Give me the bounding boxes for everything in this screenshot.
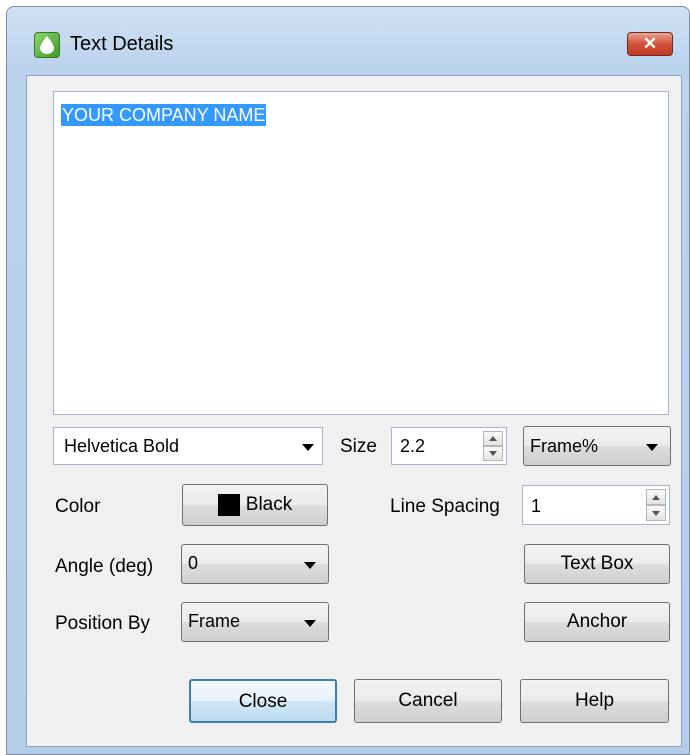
color-label: Color: [55, 496, 101, 517]
font-select[interactable]: Helvetica Bold: [53, 427, 323, 465]
position-label: Position By: [55, 613, 151, 634]
spin-down-icon[interactable]: [646, 505, 666, 521]
spin-up-icon[interactable]: [646, 489, 666, 505]
text-box-button[interactable]: Text Box: [524, 544, 670, 584]
position-select[interactable]: Frame: [181, 602, 329, 642]
dropdown-arrow-icon: [302, 444, 314, 451]
angle-value: 0: [188, 553, 199, 573]
position-value: Frame: [188, 611, 241, 631]
close-icon[interactable]: ✕: [627, 32, 673, 56]
line-spacing-label: Line Spacing: [390, 496, 500, 517]
spin-up-icon[interactable]: [483, 431, 503, 446]
spin-down-icon[interactable]: [483, 446, 503, 461]
line-spacing-value: 1: [531, 496, 542, 516]
size-label: Size: [340, 436, 377, 457]
dropdown-arrow-icon: [304, 562, 316, 569]
dropdown-arrow-icon: [646, 444, 658, 451]
help-button[interactable]: Help: [520, 679, 669, 723]
size-value: 2.2: [400, 436, 426, 456]
angle-label: Angle (deg): [55, 556, 154, 577]
angle-select[interactable]: 0: [181, 544, 329, 584]
title-bar[interactable]: Text Details ✕: [7, 7, 689, 75]
text-details-dialog: Text Details ✕ YOUR COMPANY NAME Helveti…: [6, 6, 690, 755]
color-swatch-icon: [217, 493, 240, 516]
app-icon: [34, 32, 60, 58]
size-stepper[interactable]: 2.2: [391, 427, 507, 465]
selected-text: YOUR COMPANY NAME: [61, 104, 267, 126]
size-unit-value: Frame%: [530, 436, 599, 456]
color-button[interactable]: Black: [182, 484, 328, 526]
text-editor[interactable]: YOUR COMPANY NAME: [53, 91, 669, 415]
cancel-button[interactable]: Cancel: [354, 679, 502, 723]
line-spacing-stepper[interactable]: 1: [522, 485, 670, 525]
close-button[interactable]: Close: [189, 679, 337, 723]
dropdown-arrow-icon: [304, 620, 316, 627]
color-button-label: Black: [245, 494, 293, 515]
font-select-value: Helvetica Bold: [64, 436, 180, 456]
dialog-body: YOUR COMPANY NAME Helvetica Bold Size 2.…: [26, 75, 682, 747]
anchor-button[interactable]: Anchor: [524, 602, 670, 642]
window-title: Text Details: [70, 33, 174, 55]
size-unit-select[interactable]: Frame%: [523, 426, 671, 466]
